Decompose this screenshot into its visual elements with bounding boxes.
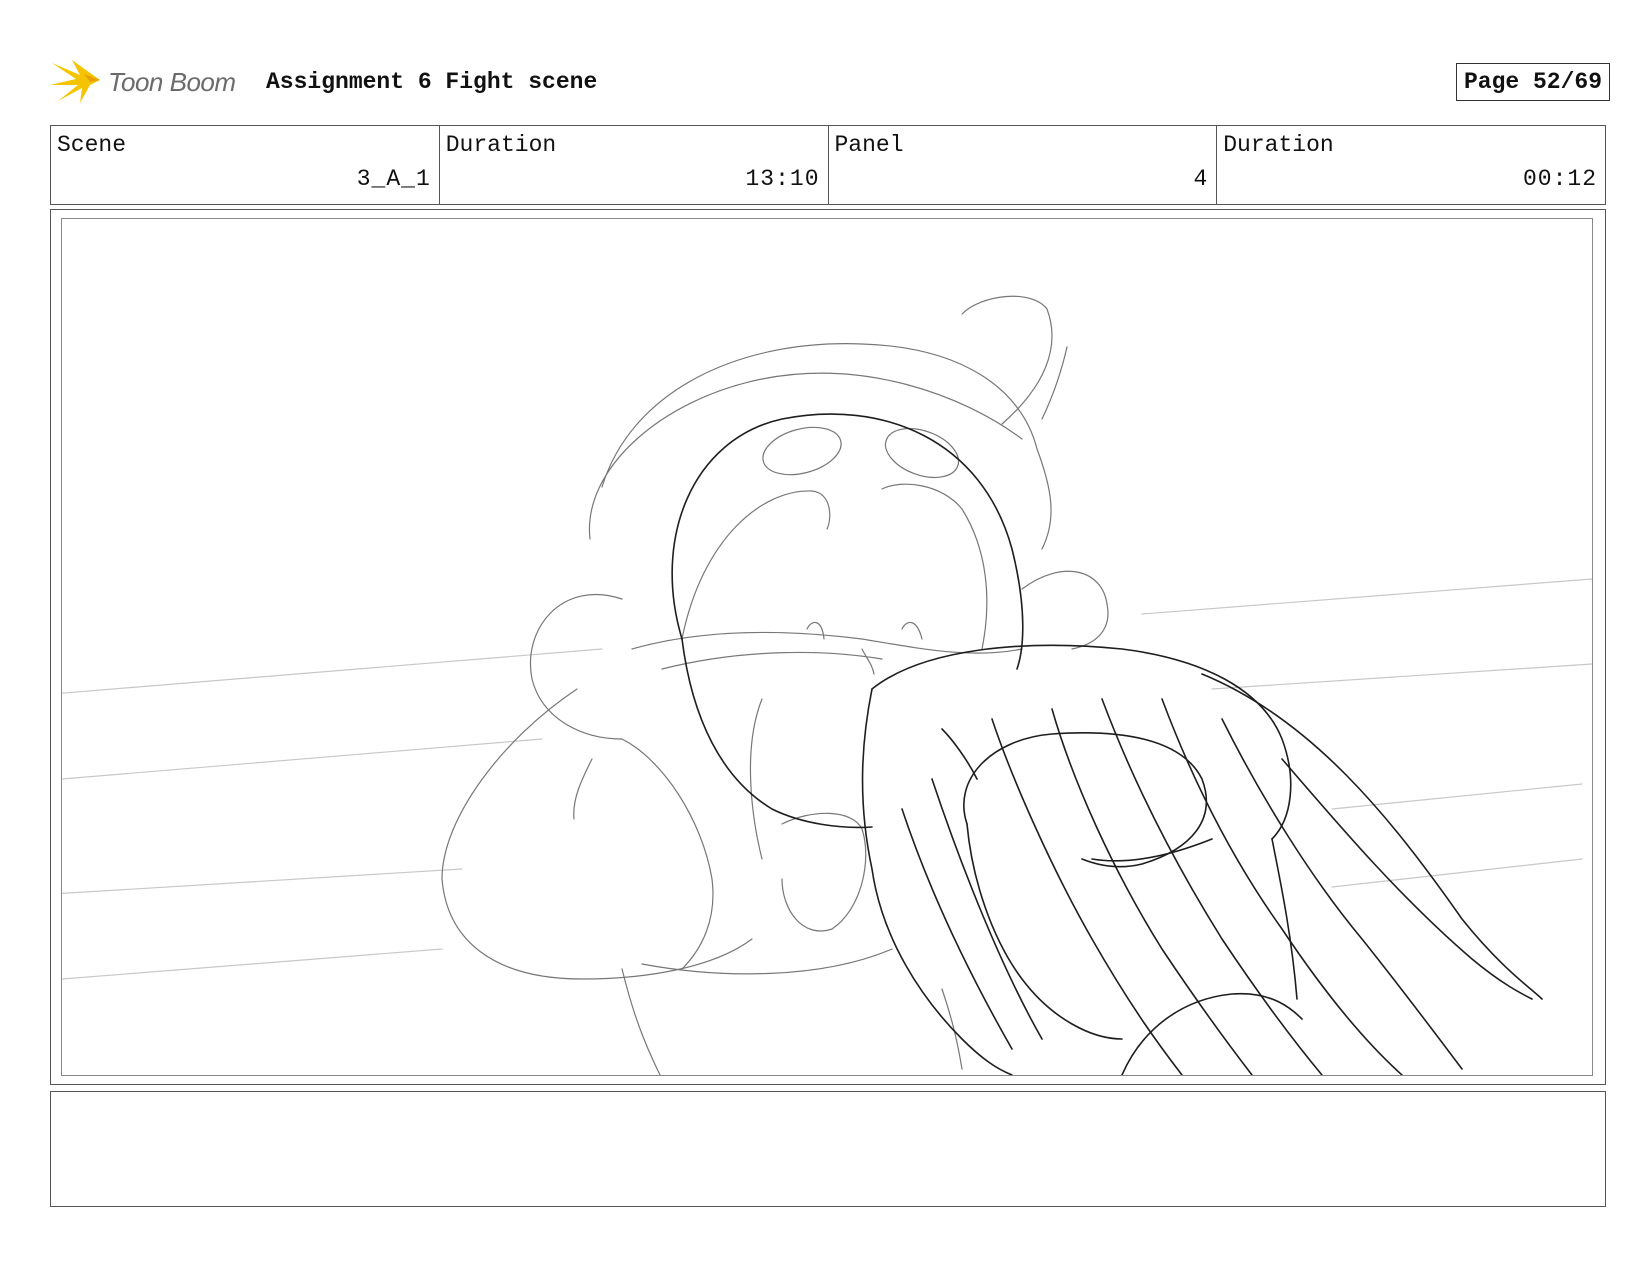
- page-header: Toon Boom Assignment 6 Fight scene Page …: [50, 55, 1610, 105]
- page-number: Page 52/69: [1455, 63, 1610, 101]
- background-lines: [62, 578, 1592, 980]
- panel-duration-value: 00:12: [1522, 166, 1597, 192]
- panel-notes: [50, 1091, 1606, 1207]
- scene-duration-label: Duration: [445, 132, 557, 158]
- scene-value: 3_A_1: [356, 166, 431, 192]
- panel-image: [61, 218, 1593, 1076]
- panel-duration-label: Duration: [1223, 132, 1334, 158]
- scene-info-table: Scene 3_A_1 Duration 13:10 Panel 4 Durat…: [50, 125, 1606, 205]
- scene-duration-cell: Duration 13:10: [440, 126, 829, 204]
- project-title: Assignment 6 Fight scene: [266, 69, 598, 95]
- panel-duration-cell: Duration 00:12: [1217, 126, 1605, 204]
- fist-sketch: [671, 413, 1543, 1075]
- panel-cell: Panel 4: [829, 126, 1218, 204]
- toon-boom-logo: Toon Boom: [50, 55, 250, 105]
- panel-frame: [50, 209, 1606, 1085]
- panel-value: 4: [1193, 166, 1209, 192]
- sketch-drawing: [62, 295, 1592, 1075]
- scene-cell: Scene 3_A_1: [51, 126, 440, 204]
- panel-label: Panel: [834, 132, 904, 158]
- scene-label: Scene: [57, 132, 127, 158]
- scene-duration-value: 13:10: [745, 166, 820, 192]
- logo-text: Toon Boom: [108, 67, 236, 97]
- starburst-icon: [50, 60, 100, 103]
